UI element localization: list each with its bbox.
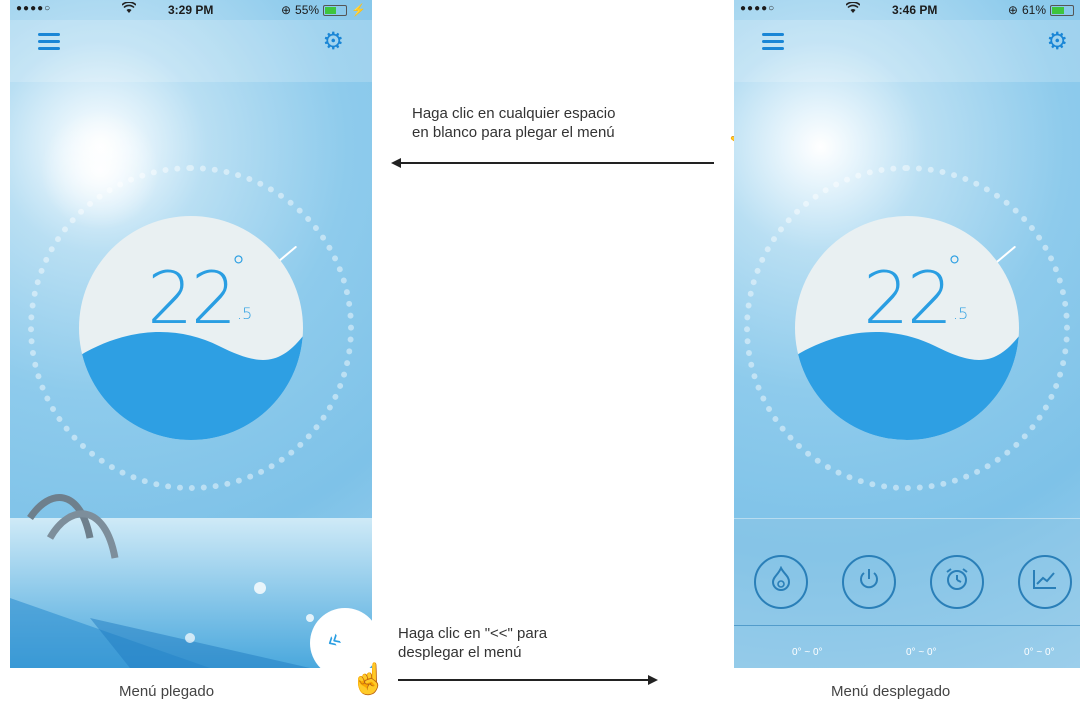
range-label: 0° ~ 0° [792,647,823,658]
expand-instruction-line2: desplegar el menú [398,644,522,661]
temperature-readout: 22 ° .5 [795,250,1019,340]
charging-icon: ⚡ [351,3,366,17]
battery-icon [1050,4,1074,16]
temperature-value: 22 [147,256,237,340]
double-chevron-icon: « [319,624,347,656]
power-button[interactable] [842,555,896,609]
alarm-clock-icon [944,566,970,598]
signal-indicator: ●●●●○ [740,3,776,14]
status-time: 3:29 PM [168,3,214,17]
battery-icon [323,4,348,16]
battery-percent: 61% [1021,3,1046,17]
expand-instruction-line1: Haga clic en "<<" para [398,625,548,642]
pointer-hand-icon: ☝ [350,663,388,696]
collapse-instruction-line2: en blanco para plegar el menú [412,124,615,141]
heat-icon [770,565,792,598]
gear-icon[interactable]: ⚙ [322,30,344,54]
collapse-instruction: Haga clic en cualquier espacio en blanco… [412,104,615,142]
degree-symbol: ° [947,250,962,285]
caption-collapsed: Menú plegado [119,683,215,700]
phone-expanded-menu: ●●●●○ 3:46 PM ⊕ 61% ⚙ 22 ° .5 0° ~ 0° 0°… [734,0,1080,668]
heat-button[interactable] [754,555,808,609]
arrow-left [401,162,714,164]
timer-button[interactable] [930,555,984,609]
degree-symbol: ° [231,250,246,285]
temperature-readout: 22 ° .5 [79,250,303,340]
wifi-icon [845,1,861,17]
expand-instruction: Haga clic en "<<" para desplegar el menú [398,624,547,662]
arrow-right-head [648,675,658,685]
collapse-instruction-line1: Haga clic en cualquier espacio [412,105,616,122]
arrow-left-head [391,158,401,168]
wifi-icon [121,1,137,17]
status-bar: ●●●●○ 3:46 PM ⊕ 61% [734,0,1080,20]
chart-icon [1032,568,1058,596]
caption-expanded: Menú desplegado [831,683,951,700]
status-time: 3:46 PM [892,3,938,17]
range-label: 0° ~ 0° [906,647,937,658]
lock-rotation-icon: ⊕ [1007,3,1018,17]
history-chart-button[interactable] [1018,555,1072,609]
nav-bar [10,20,372,82]
menu-divider [734,625,1080,626]
battery-indicator: ⊕ 55% ⚡ [281,3,366,17]
hamburger-icon[interactable] [762,33,784,51]
temperature-gauge: 22 ° .5 [795,216,1019,440]
battery-percent: 55% [295,3,320,17]
range-label: 0° ~ 0° [1024,647,1055,658]
gear-icon[interactable]: ⚙ [1046,30,1068,54]
arrow-right [398,679,648,681]
temperature-decimal: .5 [237,304,253,323]
temperature-value: 22 [863,256,953,340]
lock-rotation-icon: ⊕ [280,3,292,17]
temperature-decimal: .5 [953,304,969,323]
status-bar: ●●●●○ 3:29 PM ⊕ 55% ⚡ [10,0,372,20]
temperature-gauge: 22 ° .5 [79,216,303,440]
nav-bar [734,20,1080,82]
expanded-menu-panel: 0° ~ 0° 0° ~ 0° 0° ~ 0° [734,518,1080,668]
power-icon [857,567,881,597]
hamburger-icon[interactable] [38,33,60,51]
phone-collapsed-menu: ●●●●○ 3:29 PM ⊕ 55% ⚡ ⚙ 22 ° .5 [10,0,372,668]
signal-indicator: ●●●●○ [16,3,52,14]
battery-indicator: ⊕ 61% [1008,3,1074,17]
